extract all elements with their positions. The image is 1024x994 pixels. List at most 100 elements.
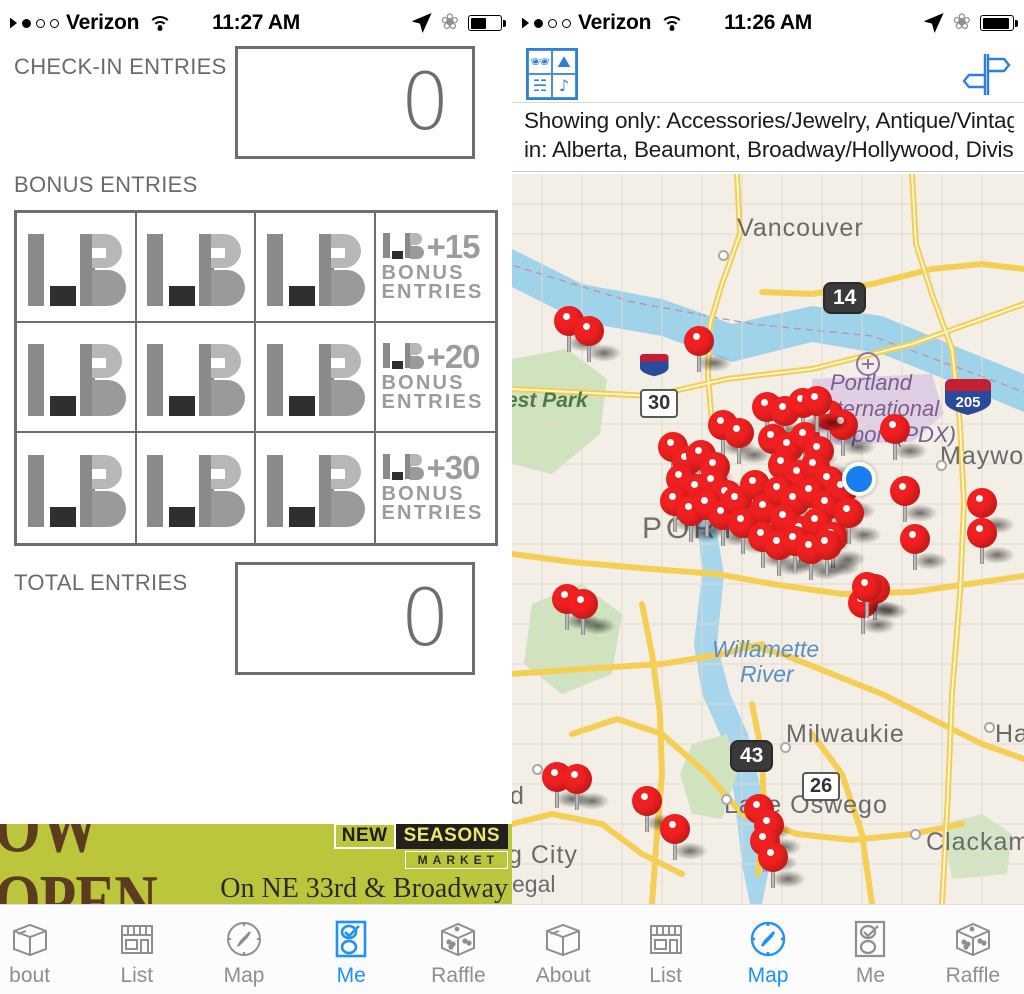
map-poi-marker[interactable]: [780, 742, 791, 753]
map-pin[interactable]: [568, 589, 616, 635]
tab-raffle[interactable]: Raffle: [405, 905, 512, 994]
bonus-amount: +15: [426, 228, 481, 266]
stamp-cell[interactable]: [17, 433, 137, 543]
lb-logo-icon: [261, 338, 369, 416]
map-poi-marker[interactable]: [984, 722, 995, 733]
right-tab-bar: About List Map Me Raffle: [512, 904, 1024, 994]
checkbox-icon: [329, 915, 373, 963]
map-label-oregon-city: g City: [512, 841, 578, 869]
left-tab-bar: bout List Map Me Raffle: [0, 904, 512, 994]
checkin-entries-label: CHECK-IN ENTRIES: [14, 54, 227, 79]
bonus-amount: +20: [426, 338, 481, 376]
map-pin[interactable]: [574, 316, 622, 362]
stamp-cell[interactable]: [256, 323, 376, 433]
storefront-icon: [115, 915, 159, 963]
map-view[interactable]: 205 Vancouver Portland International por…: [512, 174, 1024, 904]
bonus-amount: +30: [426, 449, 481, 487]
box-icon: [541, 915, 585, 963]
filter-categories-line: Showing only: Accessories/Jewelry, Antiq…: [524, 108, 1014, 133]
left-phone-screen: Verizon 11:27 AM ❀ CHECK-IN ENTRIES 0 BO…: [0, 0, 512, 994]
clock-label: 11:27 AM: [212, 11, 300, 34]
bonus-reward-sublabel: BONUS ENTRIES: [381, 373, 484, 414]
ad-banner[interactable]: OW OPEN NEW SEASONS MARKET On NE 33rd & …: [0, 824, 512, 904]
map-pin[interactable]: [967, 518, 1015, 564]
checkbox-icon: [848, 915, 892, 963]
dice-icon: [951, 915, 995, 963]
stamp-cell[interactable]: [256, 213, 376, 323]
bonus-reward-cell: +20 BONUS ENTRIES: [375, 323, 495, 433]
highway-shield-26: 26: [802, 772, 841, 801]
lb-logo-icon: [22, 449, 130, 527]
tab-list-label: List: [649, 964, 682, 987]
stamp-cell[interactable]: [136, 213, 256, 323]
compass-icon: [222, 915, 266, 963]
tab-about-label: bout: [9, 964, 51, 987]
tab-me-label: Me: [855, 964, 886, 987]
tab-map[interactable]: Map: [190, 905, 297, 994]
dice-icon: [436, 915, 480, 963]
active-filter-summary[interactable]: Showing only: Accessories/Jewelry, Antiq…: [512, 102, 1024, 172]
bonus-reward-headline: +15: [382, 228, 481, 266]
map-pin[interactable]: [890, 476, 938, 522]
map-pin[interactable]: [660, 814, 708, 860]
map-poi-marker[interactable]: [721, 794, 732, 805]
map-label-regal: egal: [512, 871, 556, 897]
map-label-river: River: [740, 661, 794, 687]
stamp-cell[interactable]: [136, 323, 256, 433]
map-pin[interactable]: [684, 326, 732, 372]
tab-me[interactable]: Me: [298, 905, 405, 994]
map-poi-marker[interactable]: [910, 829, 921, 840]
tab-list[interactable]: List: [83, 905, 190, 994]
stamp-cell[interactable]: [137, 433, 256, 543]
highway-shield-43: 43: [730, 740, 774, 772]
highway-shield-30: 30: [640, 389, 679, 418]
tab-about[interactable]: bout: [0, 905, 83, 994]
tab-map[interactable]: Map: [717, 905, 819, 994]
clock-label: 11:26 AM: [724, 11, 812, 34]
map-pin[interactable]: [900, 524, 948, 570]
map-pin[interactable]: [562, 764, 610, 810]
lb-logo-icon: [22, 338, 130, 416]
filter-neighborhoods-line: in: Alberta, Beaumont, Broadway/Hollywoo…: [524, 136, 1014, 162]
map-label-vancouver: Vancouver: [737, 214, 864, 242]
map-pin[interactable]: [880, 414, 928, 460]
ad-address: On NE 33rd & Broadway: [220, 873, 508, 904]
map-poi-marker[interactable]: [936, 460, 947, 471]
stamp-cell[interactable]: [17, 213, 137, 323]
map-pin[interactable]: [834, 498, 882, 544]
map-label-milwaukie: Milwaukie: [786, 720, 905, 748]
tab-me-label: Me: [336, 964, 366, 987]
map-pin[interactable]: [802, 386, 850, 432]
me-tab-content: CHECK-IN ENTRIES 0 BONUS ENTRIES +15 BON…: [0, 46, 512, 692]
map-pin[interactable]: [758, 842, 806, 888]
map-label-portland-intl-1: Portland: [830, 370, 912, 395]
ad-headline: OW OPEN: [0, 824, 158, 904]
bonus-reward-headline: +20: [382, 338, 481, 376]
hanger-icon: ⛰: [552, 50, 576, 74]
lb-logo-icon: [141, 228, 249, 306]
tab-raffle[interactable]: Raffle: [922, 905, 1024, 994]
tab-me[interactable]: Me: [819, 905, 921, 994]
map-poi-marker[interactable]: [718, 250, 729, 261]
tab-list[interactable]: List: [614, 905, 716, 994]
tab-about[interactable]: About: [512, 905, 614, 994]
ad-brand-seasons: SEASONS: [395, 824, 508, 849]
highway-shield-14: 14: [823, 282, 867, 314]
stamp-cell[interactable]: [17, 323, 137, 433]
map-pin[interactable]: [852, 572, 900, 618]
new-seasons-logo: NEW SEASONS: [333, 824, 508, 849]
map-label-happy-valley: Ha: [995, 720, 1024, 748]
total-entries-box: 0: [235, 562, 475, 675]
category-filter-button[interactable]: 🕶 ⛰ ☵ ♪: [526, 48, 578, 100]
stamp-cell[interactable]: [256, 433, 376, 543]
ad-brand-market: MARKET: [404, 851, 508, 869]
bonus-reward-sublabel: BONUS ENTRIES: [382, 484, 484, 524]
map-pin[interactable]: [632, 786, 680, 832]
map-label-partial-d: d: [512, 782, 525, 810]
lb-logo-icon: [141, 338, 249, 416]
bonus-word-2: ENTRIES: [381, 391, 484, 414]
tab-map-label: Map: [223, 964, 265, 987]
right-phone-screen: Verizon 11:26 AM ❀ 🕶 ⛰ ☵ ♪ Showing only:…: [512, 0, 1024, 994]
map-label-clackamas: Clackama: [926, 828, 1024, 856]
neighborhood-filter-button[interactable]: [960, 51, 1012, 97]
